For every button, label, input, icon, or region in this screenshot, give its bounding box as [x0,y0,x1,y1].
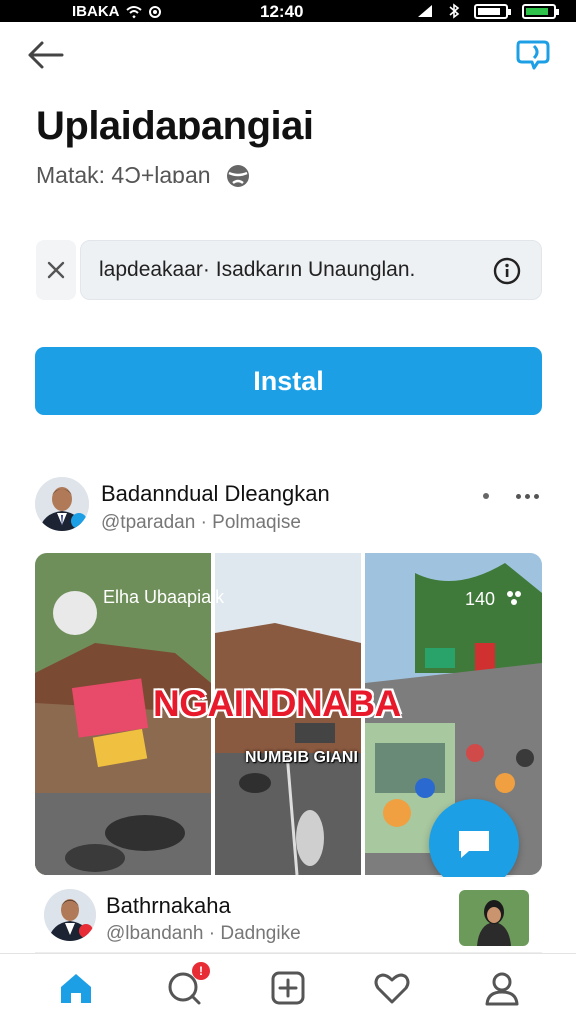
avatar-image [44,889,96,941]
chat-bubble-icon [516,40,550,70]
media-subheadline: NUMBIB GIANI [245,749,358,766]
home-icon [61,974,91,1003]
battery-charging-icon [522,3,559,19]
compose-message-button[interactable] [429,799,519,889]
profile-icon [485,972,519,1006]
close-icon [47,261,65,279]
install-button[interactable]: Instal [35,347,542,415]
post2-author-handle: @lbandanh · Dadngike [106,923,301,944]
nav-profile[interactable] [482,968,522,1008]
avatar[interactable] [44,889,96,941]
post-author-handle: @tparadan · Polmaqise [101,512,301,533]
messages-button[interactable] [514,36,552,72]
dot-icon [534,493,539,499]
likes-icon [374,973,410,1004]
app-screen: IBAKA 12:40 Uplaidaɒangiai Matak: 4Ɔ+laɒ… [0,0,576,1024]
avatar[interactable] [35,477,89,531]
nav-home[interactable] [56,968,96,1008]
post2-author-name[interactable]: Bathrnakaha [106,893,231,919]
back-button[interactable] [26,38,66,72]
dot-icon [516,493,521,499]
message-icon [459,831,489,858]
thumbnail-image [459,890,529,946]
media-overlay-name: Elha Ubaapialk [103,587,225,607]
arrow-left-icon [28,41,64,69]
status-bar: IBAKA 12:40 [0,0,576,22]
avatar-image [35,477,89,531]
carrier-label: IBAKA [72,3,120,20]
subtitle-text: Matak: 4Ɔ+laɒan [36,162,211,188]
post2-thumbnail[interactable] [459,890,529,946]
media-headline: NGAINDNABA [153,683,401,724]
nav-likes[interactable] [372,968,412,1008]
search-input[interactable]: lapdeakaar· Isadkarın Unaunglan. [80,240,542,300]
page-subtitle: Matak: 4Ɔ+laɒan [36,162,251,189]
media-counter: 140 [465,589,496,609]
nav-notifications[interactable]: ! [164,962,210,1008]
separator-dot [483,493,489,499]
create-icon [271,971,305,1005]
info-icon[interactable] [493,257,521,285]
page-title: Uplaidaɒangiai [36,104,314,148]
status-time: 12:40 [260,2,304,21]
search-input-value: lapdeakaar· Isadkarın Unaunglan. [99,258,416,281]
bluetooth-icon [449,3,460,19]
location-icon [148,5,161,18]
dot-icon [525,493,530,499]
signal-icon [418,5,432,17]
bottom-nav: ! [0,953,576,1024]
clear-button[interactable] [36,240,76,300]
globe-icon [226,164,249,187]
nav-create[interactable] [268,968,308,1008]
post-author-name[interactable]: Badanndual Dleangkan [101,481,330,507]
wifi-icon [125,5,142,18]
notification-badge: ! [192,962,210,980]
battery-icon [474,3,511,19]
more-dots-icon [507,591,521,605]
more-options-button[interactable] [516,486,542,506]
